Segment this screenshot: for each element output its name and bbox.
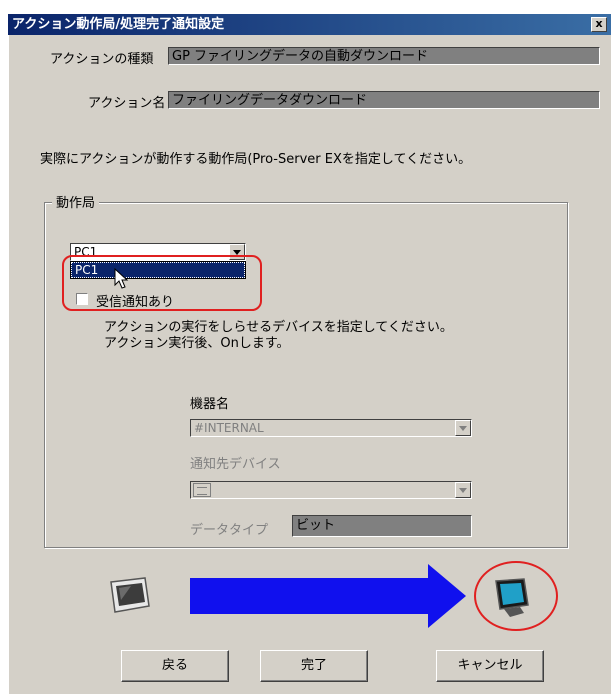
data-type-label: データタイプ (190, 523, 269, 538)
title-bar: アクション動作局/処理完了通知設定 x (8, 14, 611, 35)
direction-arrow-icon (190, 564, 466, 628)
action-type-label: アクションの種類 (50, 52, 154, 67)
notify-device-label: 通知先デバイス (190, 457, 281, 472)
notify-device-select (190, 481, 472, 499)
chevron-down-icon (455, 482, 471, 498)
back-button[interactable]: 戻る (121, 650, 229, 682)
cancel-button[interactable]: キャンセル (436, 650, 544, 682)
action-name-field: ファイリングデータダウンロード (168, 91, 600, 109)
description-line-2: アクション実行後、Onします。 (104, 336, 290, 351)
highlight-oval-dropdown (62, 255, 262, 311)
description-line-1: アクションの実行をしらせるデバイスを指定してください。 (104, 320, 453, 335)
pc-monitor-icon (110, 577, 150, 613)
device-name-label: 機器名 (190, 397, 230, 412)
action-name-label: アクション名 (88, 96, 166, 111)
close-button[interactable]: x (591, 17, 607, 32)
station-group-label: 動作局 (52, 192, 100, 211)
highlight-oval-server (474, 561, 558, 631)
device-name-select: #INTERNAL (190, 419, 472, 437)
finish-button[interactable]: 完了 (260, 650, 368, 682)
action-type-field: GP ファイリングデータの自動ダウンロード (168, 47, 600, 65)
window-title: アクション動作局/処理完了通知設定 (12, 17, 225, 32)
instruction-text: 実際にアクションが動作する動作局(Pro-Server EXを指定してください。 (40, 152, 472, 167)
chevron-down-icon (455, 420, 471, 436)
device-name-value: #INTERNAL (194, 421, 264, 435)
data-type-field: ビット (292, 515, 472, 537)
device-grid-icon (193, 483, 211, 497)
